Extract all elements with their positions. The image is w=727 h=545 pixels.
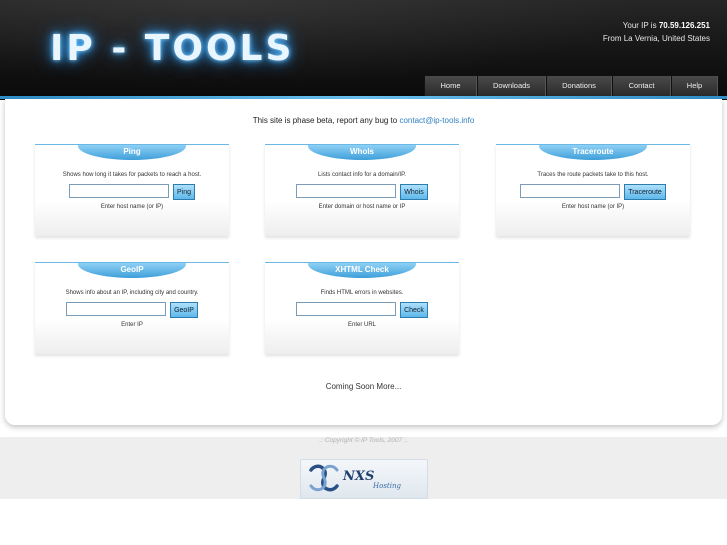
sponsor-name: NXS xyxy=(343,469,375,484)
traceroute-button[interactable]: Traceroute xyxy=(624,184,666,200)
nav-home[interactable]: Home xyxy=(424,76,477,96)
main-nav: Home Downloads Donations Contact Help xyxy=(424,76,718,96)
ip-line: Your IP is 70.59.126.251 xyxy=(603,19,710,32)
coming-soon-text: Coming Soon More... xyxy=(325,382,402,391)
beta-notice: This site is phase beta, report any bug … xyxy=(5,116,722,125)
sponsor-sub: Hosting xyxy=(373,482,401,490)
xhtml-url-input[interactable] xyxy=(296,302,397,316)
panel-description: Lists contact info for a domain/IP. xyxy=(318,172,406,178)
whois-domain-input[interactable] xyxy=(296,184,397,198)
xhtml-check-button[interactable]: Check xyxy=(400,302,428,318)
tool-panel-geoip: GeoIP Shows info about an IP, including … xyxy=(35,262,229,354)
nav-help[interactable]: Help xyxy=(671,76,718,96)
geoip-form: GeoIP xyxy=(35,302,229,318)
ping-button[interactable]: Ping xyxy=(172,184,195,200)
xhtml-check-form: Check xyxy=(265,302,459,318)
geoip-ip-input[interactable] xyxy=(66,302,167,316)
tool-panel-xhtml-check: XHTML Check Finds HTML errors in website… xyxy=(265,262,459,354)
site-logo[interactable]: IP - TOOLS xyxy=(50,28,294,69)
ip-value: 70.59.126.251 xyxy=(658,21,710,30)
ping-host-input[interactable] xyxy=(68,184,169,198)
panel-help-text: Enter host name (or IP) xyxy=(100,204,164,210)
traceroute-form: Traceroute xyxy=(496,184,690,200)
panel-title: XHTML Check xyxy=(308,263,416,278)
panel-title: WhoIs xyxy=(308,145,416,160)
panel-help-text: Enter domain or host name or IP xyxy=(318,204,406,210)
panel-help-text: Enter host name (or IP) xyxy=(561,204,625,210)
copyright-text: .: Copyright © IP Tools, 2007 :. xyxy=(319,437,408,444)
panel-title: Traceroute xyxy=(539,145,647,160)
panel-help-text: Enter IP xyxy=(121,322,143,328)
tool-panel-traceroute: Traceroute Traces the route packets take… xyxy=(496,144,690,236)
whois-button[interactable]: Whois xyxy=(400,184,428,200)
panel-title: Ping xyxy=(78,145,186,160)
tool-panel-ping: Ping Shows how long it takes for packets… xyxy=(35,144,229,236)
nxs-logo-icon xyxy=(309,464,339,492)
whois-form: Whois xyxy=(265,184,459,200)
beta-notice-text: This site is phase beta, report any bug … xyxy=(252,116,398,125)
ip-info: Your IP is 70.59.126.251 From La Vernia,… xyxy=(603,19,710,45)
nav-downloads[interactable]: Downloads xyxy=(477,76,546,96)
ip-location: From La Vernia, United States xyxy=(602,34,710,43)
traceroute-host-input[interactable] xyxy=(520,184,621,198)
tool-panel-whois: WhoIs Lists contact info for a domain/IP… xyxy=(265,144,459,236)
panel-help-text: Enter URL xyxy=(347,322,376,328)
ping-form: Ping xyxy=(35,184,229,200)
panel-description: Traces the route packets take to this ho… xyxy=(537,172,649,178)
panel-title: GeoIP xyxy=(78,263,186,278)
site-header: IP - TOOLS Your IP is 70.59.126.251 From… xyxy=(0,0,727,100)
panel-description: Shows info about an IP, including city a… xyxy=(65,290,199,296)
panel-description: Shows how long it takes for packets to r… xyxy=(62,172,202,178)
panel-description: Finds HTML errors in websites. xyxy=(320,290,404,296)
nav-donations[interactable]: Donations xyxy=(546,76,612,96)
geoip-button[interactable]: GeoIP xyxy=(170,302,198,318)
main-content: This site is phase beta, report any bug … xyxy=(5,99,722,425)
nav-contact[interactable]: Contact xyxy=(612,76,671,96)
ip-label: Your IP is xyxy=(622,21,657,30)
contact-email-link[interactable]: contact@ip-tools.info xyxy=(399,116,474,125)
sponsor-banner[interactable]: NXS Hosting xyxy=(300,459,428,499)
